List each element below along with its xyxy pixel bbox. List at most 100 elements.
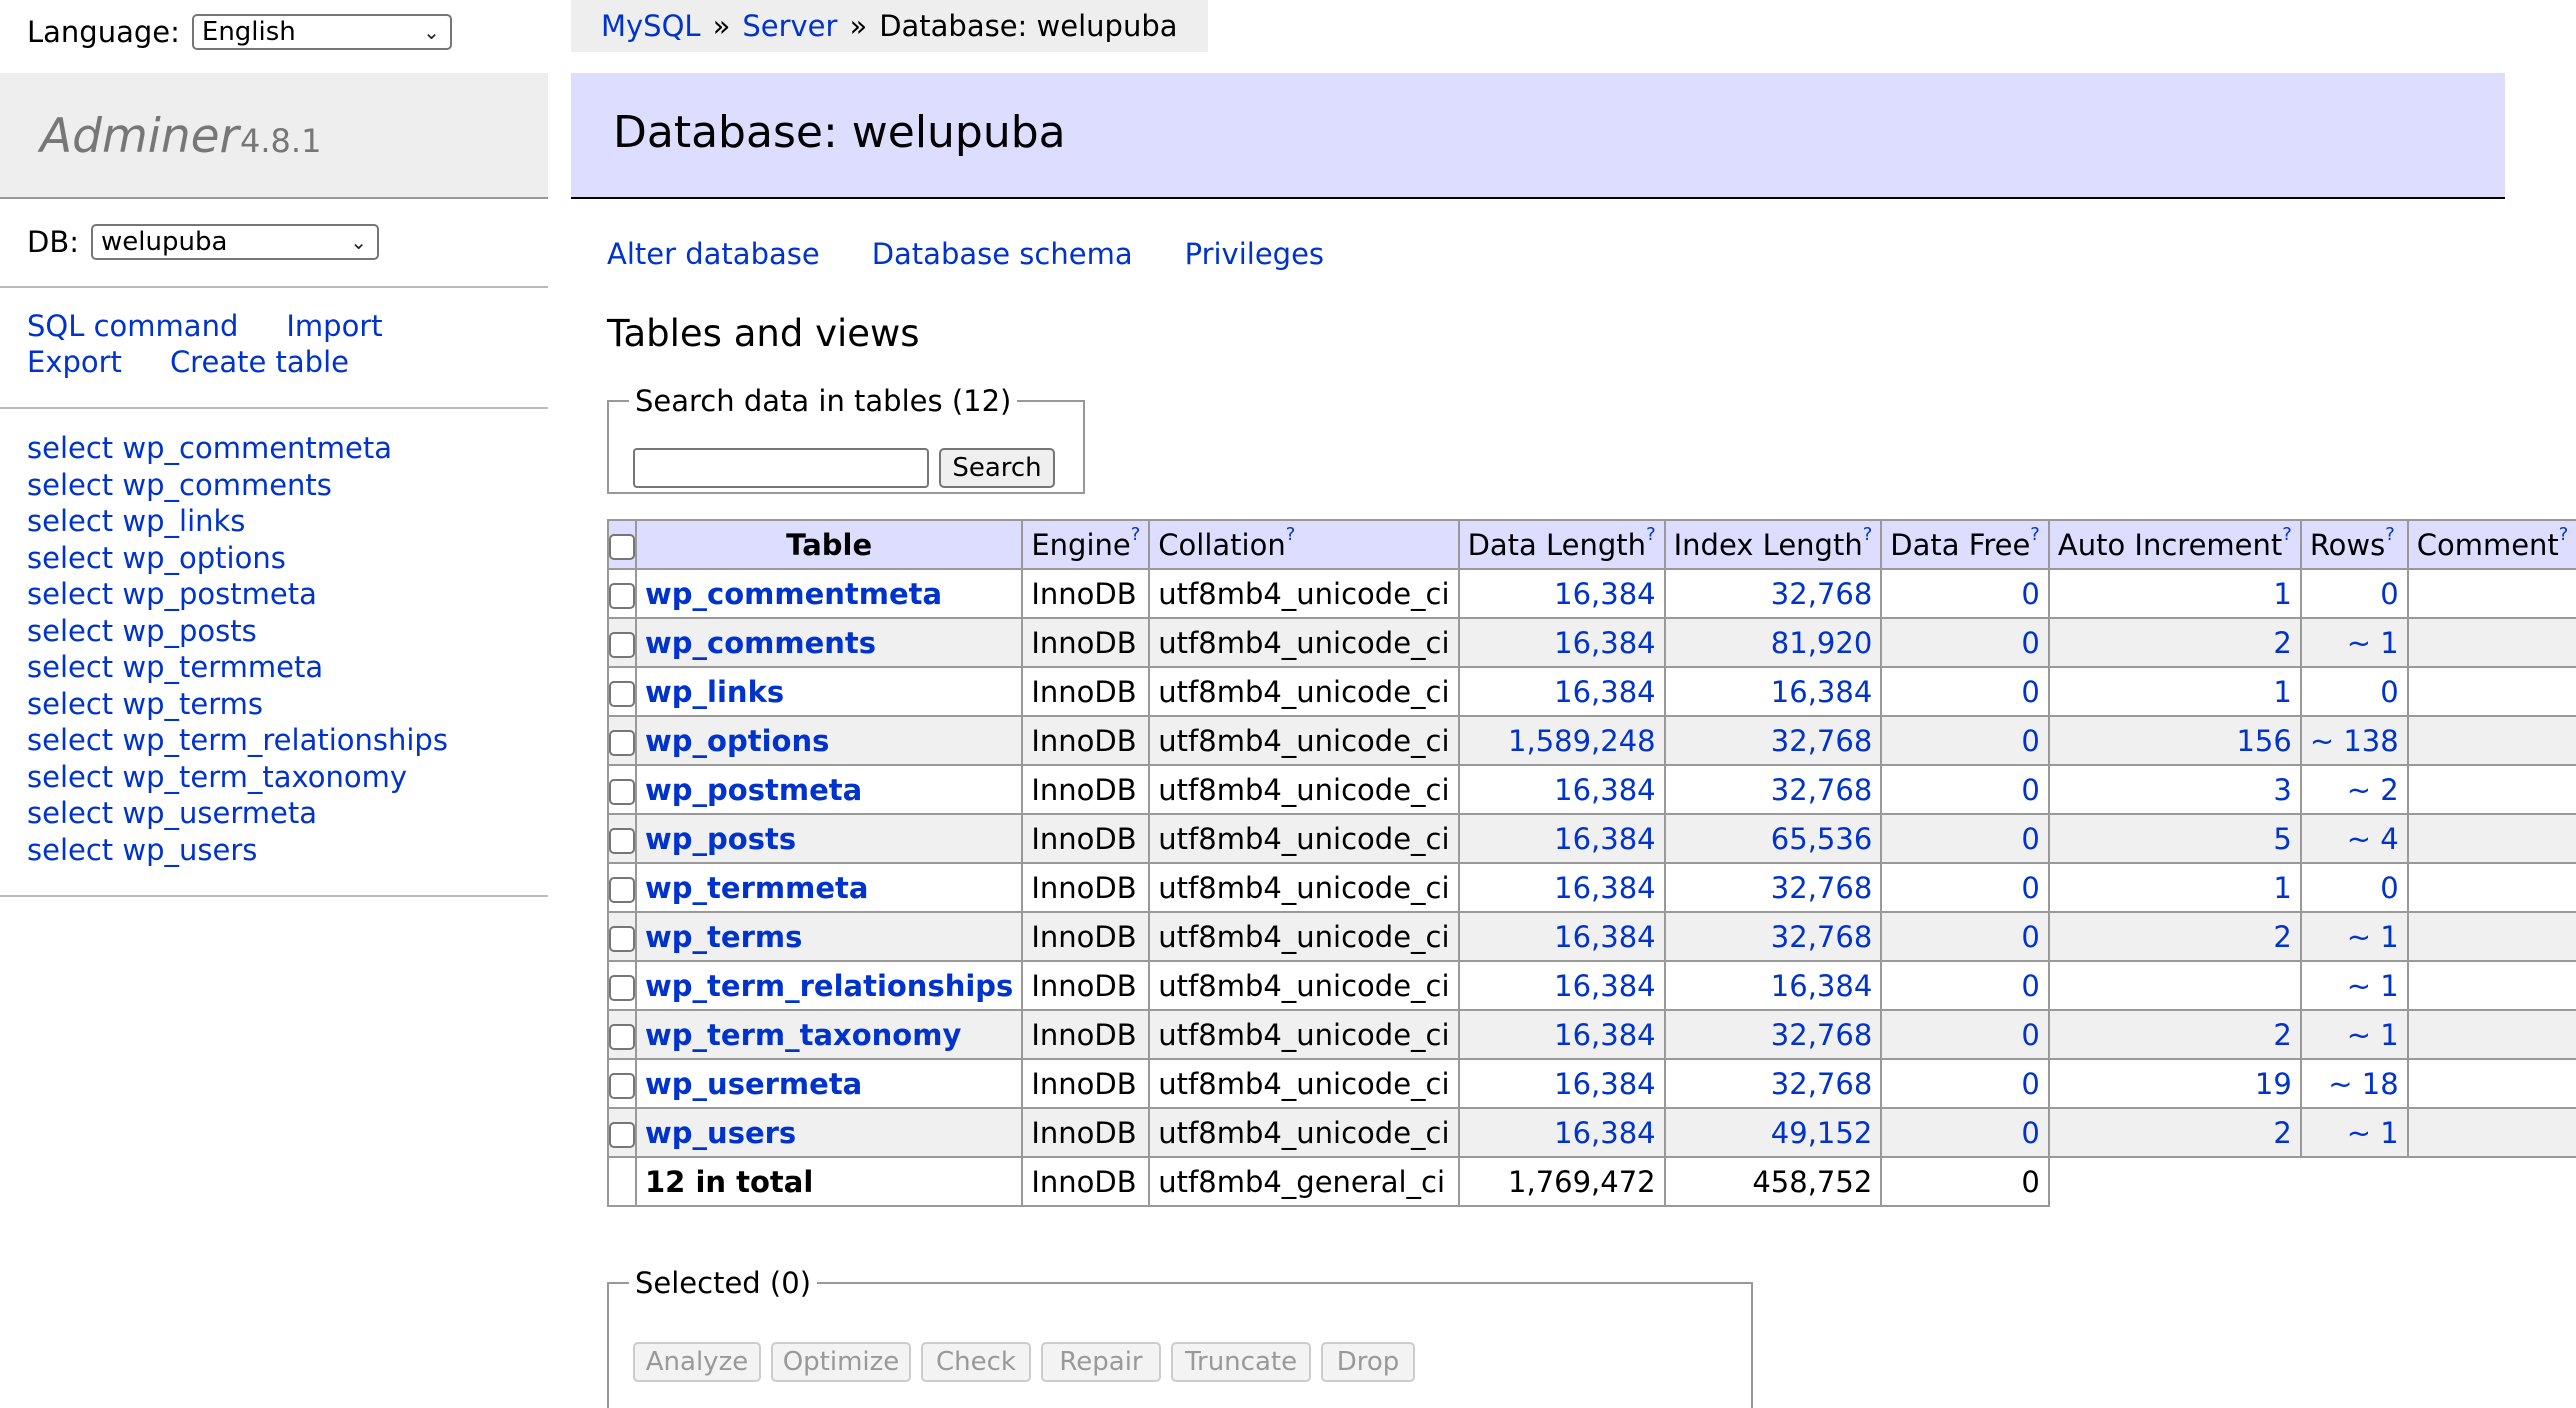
sidebar-table-link[interactable]: select wp_users xyxy=(27,833,257,867)
data-free-link[interactable]: 0 xyxy=(2021,675,2039,709)
rows-link[interactable]: ~ 1 xyxy=(2347,969,2399,1003)
data-length-link[interactable]: 16,384 xyxy=(1554,920,1655,954)
repair-button[interactable]: Repair xyxy=(1041,1342,1161,1382)
search-input[interactable] xyxy=(633,448,929,488)
privileges-link[interactable]: Privileges xyxy=(1185,237,1324,271)
index-length-link[interactable]: 32,768 xyxy=(1771,724,1872,758)
data-length-link[interactable]: 16,384 xyxy=(1554,577,1655,611)
sidebar-table-link[interactable]: select wp_comments xyxy=(27,468,332,502)
data-free-link[interactable]: 0 xyxy=(2021,822,2039,856)
data-length-link[interactable]: 16,384 xyxy=(1554,675,1655,709)
data-length-link[interactable]: 16,384 xyxy=(1554,626,1655,660)
table-name-link[interactable]: wp_term_relationships xyxy=(645,969,1013,1003)
engine-help-link[interactable]: ? xyxy=(1131,524,1141,545)
index-length-link[interactable]: 32,768 xyxy=(1771,577,1872,611)
select-all-checkbox[interactable] xyxy=(609,533,635,560)
index-length-link[interactable]: 49,152 xyxy=(1771,1116,1872,1150)
sidebar-table-link[interactable]: select wp_termmeta xyxy=(27,650,323,684)
table-name-link[interactable]: wp_usermeta xyxy=(645,1067,862,1101)
sidebar-table-link[interactable]: select wp_links xyxy=(27,504,245,538)
data-free-link[interactable]: 0 xyxy=(2021,773,2039,807)
data-length-help-link[interactable]: ? xyxy=(1646,524,1656,545)
rows-link[interactable]: ~ 1 xyxy=(2347,1018,2399,1052)
rows-link[interactable]: 0 xyxy=(2380,675,2398,709)
sidebar-table-link[interactable]: select wp_postmeta xyxy=(27,577,317,611)
collation-help-link[interactable]: ? xyxy=(1286,524,1296,545)
row-checkbox[interactable] xyxy=(609,827,635,854)
data-free-link[interactable]: 0 xyxy=(2021,1116,2039,1150)
row-checkbox[interactable] xyxy=(609,582,635,609)
table-name-link[interactable]: wp_commentmeta xyxy=(645,577,942,611)
table-name-link[interactable]: wp_comments xyxy=(645,626,876,660)
auto-increment-link[interactable]: 2 xyxy=(2273,1018,2291,1052)
auto-increment-link[interactable]: 2 xyxy=(2273,920,2291,954)
app-name[interactable]: Adminer xyxy=(40,109,239,164)
data-free-link[interactable]: 0 xyxy=(2021,1018,2039,1052)
auto-increment-link[interactable]: 1 xyxy=(2273,871,2291,905)
data-free-help-link[interactable]: ? xyxy=(2030,524,2040,545)
auto-increment-link[interactable]: 2 xyxy=(2273,626,2291,660)
index-length-link[interactable]: 16,384 xyxy=(1771,675,1872,709)
auto-increment-link[interactable]: 1 xyxy=(2273,675,2291,709)
import-link[interactable]: Import xyxy=(286,309,382,343)
row-checkbox[interactable] xyxy=(609,778,635,805)
data-free-link[interactable]: 0 xyxy=(2021,626,2039,660)
sidebar-table-link[interactable]: select wp_posts xyxy=(27,614,257,648)
truncate-button[interactable]: Truncate xyxy=(1171,1342,1311,1382)
row-checkbox[interactable] xyxy=(609,680,635,707)
table-name-link[interactable]: wp_term_taxonomy xyxy=(645,1018,961,1052)
col-table[interactable]: Table xyxy=(634,519,1024,570)
data-length-link[interactable]: 1,589,248 xyxy=(1508,724,1656,758)
alter-database-link[interactable]: Alter database xyxy=(607,237,820,271)
auto-increment-help-link[interactable]: ? xyxy=(2282,524,2292,545)
rows-help-link[interactable]: ? xyxy=(2385,524,2395,545)
create-table-link[interactable]: Create table xyxy=(170,345,349,379)
rows-link[interactable]: ~ 138 xyxy=(2310,724,2399,758)
comment-help-link[interactable]: ? xyxy=(2559,524,2569,545)
row-checkbox[interactable] xyxy=(609,1072,635,1099)
table-name-link[interactable]: wp_posts xyxy=(645,822,796,856)
rows-link[interactable]: 0 xyxy=(2380,577,2398,611)
sidebar-table-link[interactable]: select wp_commentmeta xyxy=(27,431,392,465)
sidebar-table-link[interactable]: select wp_term_relationships xyxy=(27,723,448,757)
index-length-link[interactable]: 32,768 xyxy=(1771,773,1872,807)
table-name-link[interactable]: wp_postmeta xyxy=(645,773,862,807)
table-name-link[interactable]: wp_options xyxy=(645,724,829,758)
search-button[interactable]: Search xyxy=(939,448,1055,488)
data-length-link[interactable]: 16,384 xyxy=(1554,1116,1655,1150)
data-free-link[interactable]: 0 xyxy=(2021,871,2039,905)
export-link[interactable]: Export xyxy=(27,345,122,379)
rows-link[interactable]: ~ 1 xyxy=(2347,920,2399,954)
auto-increment-link[interactable]: 3 xyxy=(2273,773,2291,807)
data-length-link[interactable]: 16,384 xyxy=(1554,969,1655,1003)
index-length-link[interactable]: 32,768 xyxy=(1771,1067,1872,1101)
auto-increment-link[interactable]: 156 xyxy=(2236,724,2291,758)
db-select[interactable]: welupuba ⌄ xyxy=(91,224,379,260)
data-free-link[interactable]: 0 xyxy=(2021,1067,2039,1101)
data-free-link[interactable]: 0 xyxy=(2021,724,2039,758)
row-checkbox[interactable] xyxy=(609,876,635,903)
rows-link[interactable]: ~ 1 xyxy=(2347,626,2399,660)
table-name-link[interactable]: wp_users xyxy=(645,1116,796,1150)
sidebar-table-link[interactable]: select wp_terms xyxy=(27,687,263,721)
index-length-link[interactable]: 32,768 xyxy=(1771,920,1872,954)
optimize-button[interactable]: Optimize xyxy=(771,1342,911,1382)
auto-increment-link[interactable]: 19 xyxy=(2255,1067,2292,1101)
index-length-link[interactable]: 32,768 xyxy=(1771,1018,1872,1052)
language-select[interactable]: English ⌄ xyxy=(191,14,452,50)
breadcrumb-server-link[interactable]: Server xyxy=(742,9,837,43)
index-length-link[interactable]: 16,384 xyxy=(1771,969,1872,1003)
index-length-link[interactable]: 65,536 xyxy=(1771,822,1872,856)
data-length-link[interactable]: 16,384 xyxy=(1554,871,1655,905)
data-free-link[interactable]: 0 xyxy=(2021,577,2039,611)
data-length-link[interactable]: 16,384 xyxy=(1554,822,1655,856)
data-free-link[interactable]: 0 xyxy=(2021,920,2039,954)
row-checkbox[interactable] xyxy=(609,1121,635,1148)
row-checkbox[interactable] xyxy=(609,1023,635,1050)
drop-button[interactable]: Drop xyxy=(1321,1342,1415,1382)
sidebar-table-link[interactable]: select wp_term_taxonomy xyxy=(27,760,407,794)
auto-increment-link[interactable]: 5 xyxy=(2273,822,2291,856)
row-checkbox[interactable] xyxy=(609,974,635,1001)
row-checkbox[interactable] xyxy=(609,729,635,756)
rows-link[interactable]: 0 xyxy=(2380,871,2398,905)
